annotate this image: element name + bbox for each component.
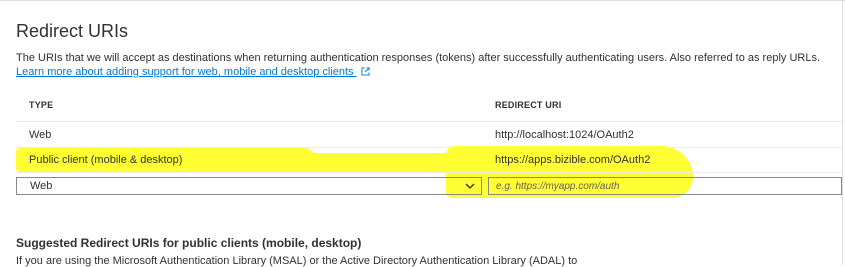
suggested-uris-heading: Suggested Redirect URIs for public clien… — [16, 236, 362, 250]
row-redirect-uri: http://localhost:1024/OAuth2 — [495, 129, 634, 141]
header-divider — [16, 121, 842, 122]
row-type: Public client (mobile & desktop) — [29, 154, 183, 166]
learn-more-link[interactable]: Learn more about adding support for web,… — [16, 66, 370, 78]
row-redirect-uri: https://apps.bizible.com/OAuth2 — [495, 154, 651, 166]
column-header-type: TYPE — [29, 100, 54, 110]
redirect-uri-input[interactable] — [488, 177, 842, 195]
page-title: Redirect URIs — [16, 21, 129, 41]
section-description: The URIs that we will accept as destinat… — [16, 52, 821, 64]
row-divider — [16, 147, 842, 148]
highlight-mid — [300, 153, 460, 172]
learn-more-label[interactable]: Learn more about adding support for web,… — [16, 66, 354, 78]
column-header-redirect-uri: REDIRECT URI — [495, 100, 562, 110]
external-link-icon[interactable] — [361, 67, 370, 76]
suggested-uris-body: If you are using the Microsoft Authentic… — [16, 255, 578, 267]
chevron-down-icon[interactable] — [465, 181, 475, 191]
row-divider — [16, 172, 842, 173]
redirect-type-value[interactable]: Web — [30, 180, 52, 192]
row-type: Web — [29, 129, 52, 141]
redirect-type-select[interactable]: Web — [16, 177, 482, 195]
right-divider — [842, 0, 843, 265]
top-divider — [0, 0, 845, 1]
